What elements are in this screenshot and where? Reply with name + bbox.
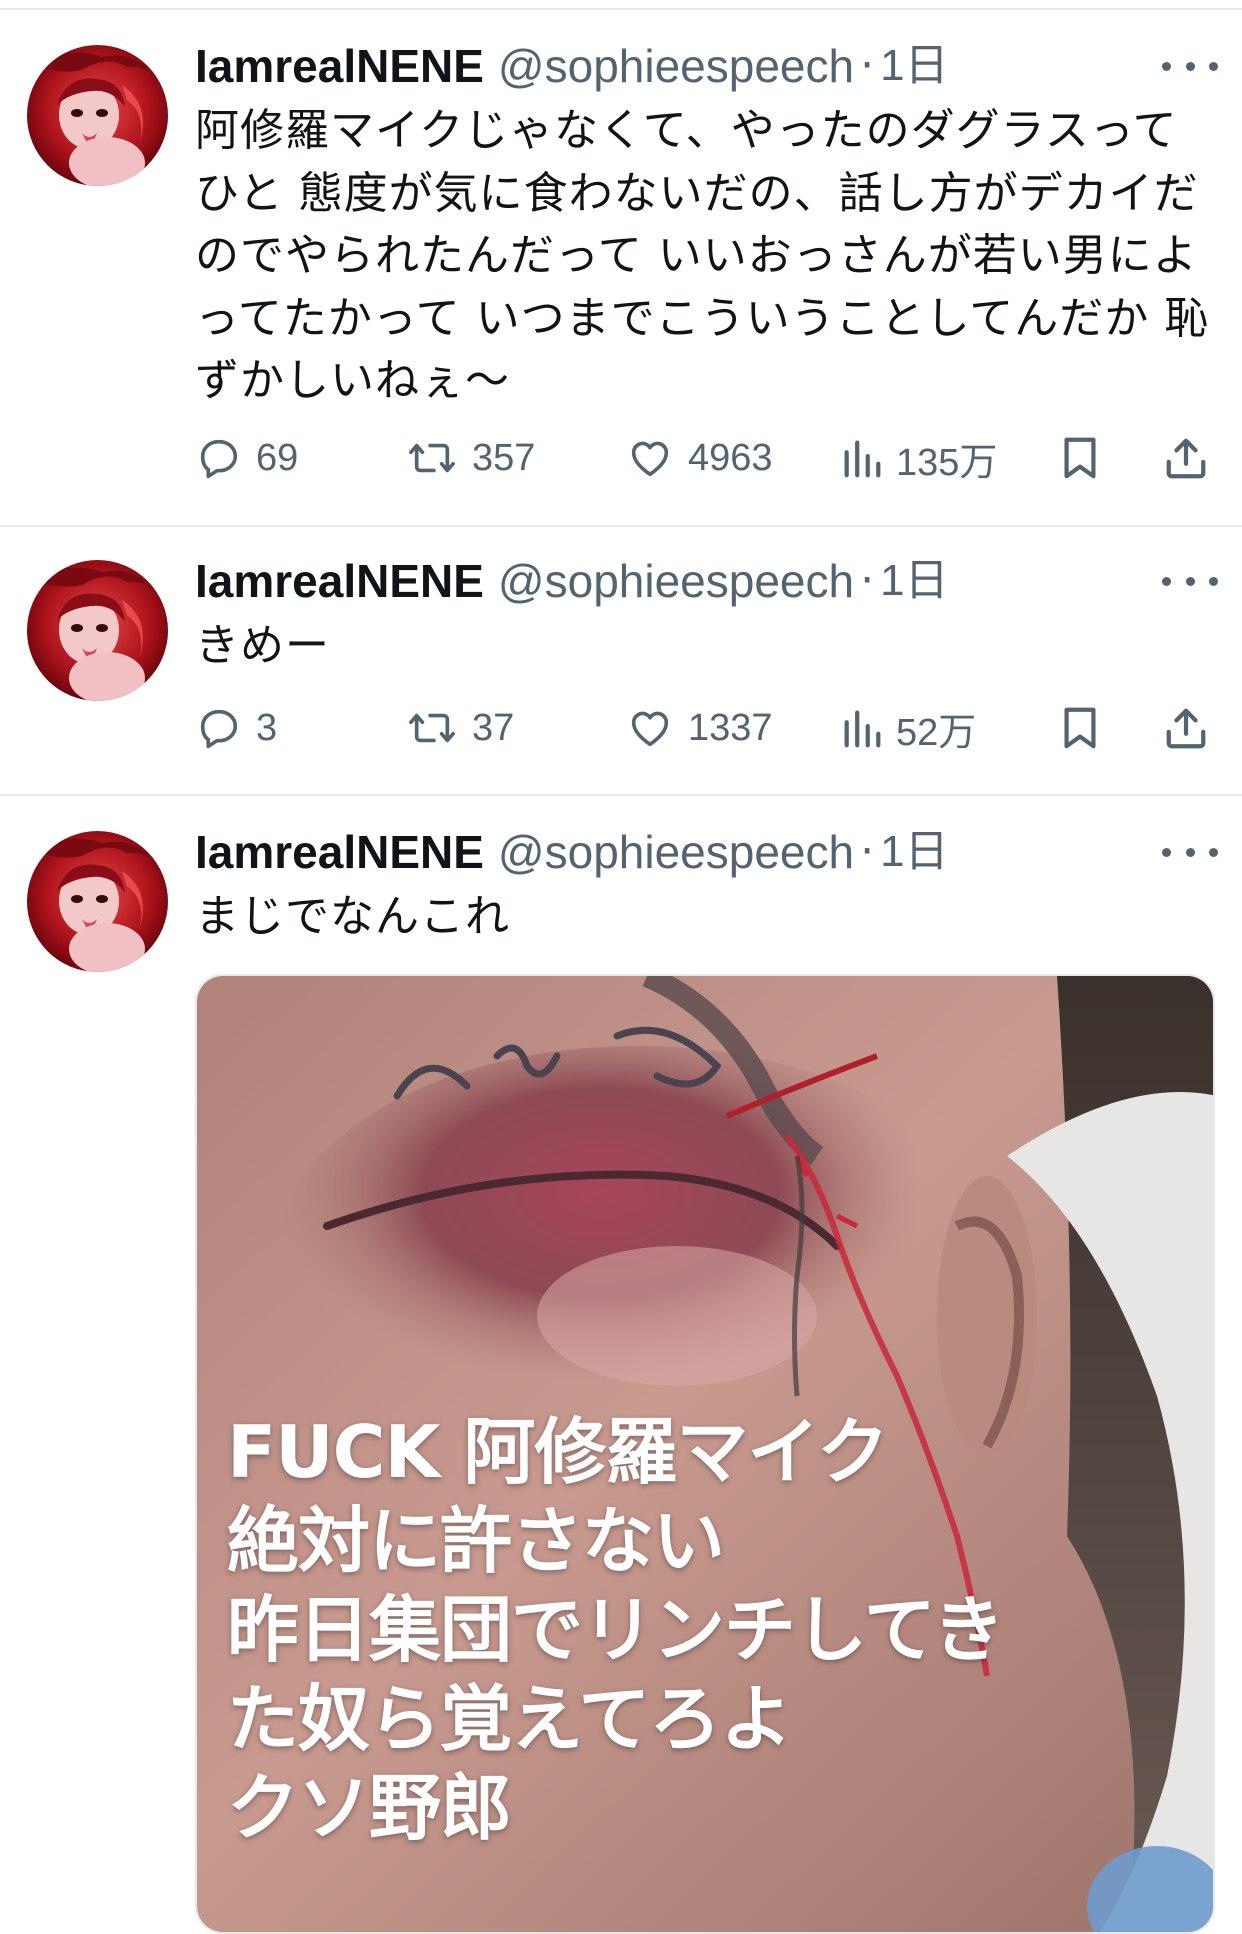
retweet-button[interactable]: 37 xyxy=(406,698,514,758)
reply-count: 69 xyxy=(256,436,299,479)
like-count: 1337 xyxy=(688,706,773,749)
share-button[interactable] xyxy=(1163,698,1209,758)
reply-icon xyxy=(200,709,238,749)
display-name[interactable]: IamrealNENE xyxy=(195,36,484,96)
share-button[interactable] xyxy=(1163,428,1209,488)
views-button[interactable]: 52万 xyxy=(842,698,976,758)
like-count: 4963 xyxy=(688,436,773,479)
reply-button[interactable]: 3 xyxy=(196,698,277,758)
tweet-text: きめー xyxy=(195,620,330,671)
tweet[interactable]: IamrealNENE @sophieespeech · 1日 まじでなんこれ xyxy=(0,796,1242,1934)
user-handle[interactable]: @sophieespeech xyxy=(498,36,854,96)
views-icon xyxy=(844,440,881,478)
display-name[interactable]: IamrealNENE xyxy=(195,822,484,882)
tweet[interactable]: IamrealNENE @sophieespeech · 1日 きめー 3 37… xyxy=(0,527,1242,794)
reply-count: 3 xyxy=(256,706,278,749)
tweet-image[interactable]: FUCK 阿修羅マイク 絶対に許さない 昨日集団でリンチしてき た奴ら覚えてろよ… xyxy=(195,974,1215,1934)
retweet-count: 357 xyxy=(472,436,536,479)
tweet-text: 阿修羅マイクじゃなくて、やったのダグラスって ひと 態度が気に食わないだの、話し… xyxy=(195,105,1210,406)
timestamp[interactable]: 1日 xyxy=(880,822,948,882)
retweet-button[interactable]: 357 xyxy=(406,428,535,488)
more-icon[interactable] xyxy=(1162,56,1218,76)
tweet-header: IamrealNENE @sophieespeech · 1日 xyxy=(195,36,949,96)
retweet-icon xyxy=(409,443,455,473)
separator-dot: · xyxy=(860,555,875,606)
reply-button[interactable]: 69 xyxy=(196,428,298,488)
avatar[interactable] xyxy=(27,831,168,972)
avatar[interactable] xyxy=(27,560,168,701)
user-handle[interactable]: @sophieespeech xyxy=(498,822,854,882)
image-caption: FUCK 阿修羅マイク 絶対に許さない 昨日集団でリンチしてき た奴ら覚えてろよ… xyxy=(227,1410,1005,1850)
reply-icon xyxy=(200,439,238,479)
views-count: 52万 xyxy=(896,711,977,754)
more-icon[interactable] xyxy=(1162,571,1218,591)
avatar[interactable] xyxy=(27,45,168,186)
views-count: 135万 xyxy=(896,441,998,484)
bookmark-icon xyxy=(1064,437,1096,479)
bookmark-button[interactable] xyxy=(1060,428,1100,488)
heart-icon xyxy=(631,441,669,477)
separator-dot: · xyxy=(860,826,875,877)
more-icon[interactable] xyxy=(1162,842,1218,862)
action-bar: 69 357 4963 135万 xyxy=(0,428,1242,488)
user-handle[interactable]: @sophieespeech xyxy=(498,551,854,611)
like-button[interactable]: 4963 xyxy=(626,428,773,488)
bookmark-icon xyxy=(1064,707,1096,749)
bookmark-button[interactable] xyxy=(1060,698,1100,758)
tweet[interactable]: IamrealNENE @sophieespeech · 1日 阿修羅マイクじゃ… xyxy=(0,0,1242,525)
views-icon xyxy=(844,710,881,748)
tweet-text: まじでなんこれ xyxy=(195,891,510,942)
heart-icon xyxy=(631,711,669,747)
display-name[interactable]: IamrealNENE xyxy=(195,551,484,611)
timestamp[interactable]: 1日 xyxy=(880,551,948,611)
views-button[interactable]: 135万 xyxy=(842,428,997,488)
retweet-icon xyxy=(409,713,455,743)
share-icon xyxy=(1166,708,1206,749)
tweet-header: IamrealNENE @sophieespeech · 1日 xyxy=(195,822,949,882)
action-bar: 3 37 1337 52万 xyxy=(0,698,1242,758)
separator-dot: · xyxy=(860,40,875,91)
like-button[interactable]: 1337 xyxy=(626,698,773,758)
retweet-count: 37 xyxy=(472,706,515,749)
timestamp[interactable]: 1日 xyxy=(880,36,948,96)
tweet-header: IamrealNENE @sophieespeech · 1日 xyxy=(195,551,949,611)
share-icon xyxy=(1166,438,1206,479)
